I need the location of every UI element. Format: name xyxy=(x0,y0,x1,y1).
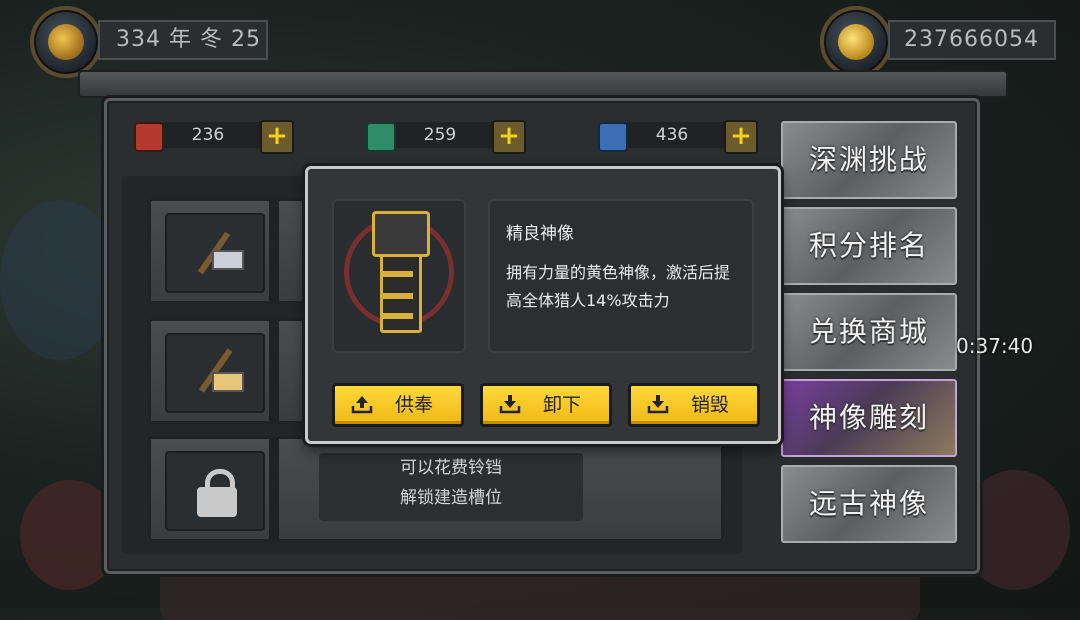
add-green-gem-button[interactable]: + xyxy=(492,120,526,154)
download-icon xyxy=(499,395,521,414)
unlock-hint: 可以花费铃铛 解锁建造槽位 xyxy=(319,453,583,521)
statue-detail-popup: 精良神像 拥有力量的黄色神像，激活后提高全体猎人14%攻击力 供奉 卸下 销毁 xyxy=(305,166,781,444)
unequip-button[interactable]: 卸下 xyxy=(480,383,612,427)
offer-button-label: 供奉 xyxy=(395,394,434,416)
blue-gem-icon xyxy=(598,122,628,152)
add-blue-gem-button[interactable]: + xyxy=(724,120,758,154)
destroy-button-label: 销毁 xyxy=(691,394,730,416)
statue-head-icon xyxy=(372,211,430,257)
statue-name: 精良神像 xyxy=(506,224,574,244)
tab-statue-carving[interactable]: 神像雕刻 xyxy=(778,376,960,460)
hammer-icon xyxy=(165,213,265,293)
green-gem-icon xyxy=(366,122,396,152)
statue-description: 拥有力量的黄色神像，激活后提高全体猎人14%攻击力 xyxy=(506,263,731,310)
unlock-hint-line-2: 解锁建造槽位 xyxy=(400,488,502,508)
slot-divider xyxy=(269,201,279,301)
destroy-button[interactable]: 销毁 xyxy=(628,383,760,427)
tab-abyss-challenge[interactable]: 深渊挑战 xyxy=(778,118,960,202)
window-top-rail xyxy=(78,70,1008,98)
resource-red: 236 + xyxy=(134,118,294,154)
unlock-hint-line-1: 可以花费铃铛 xyxy=(400,458,502,478)
coin-icon xyxy=(838,24,874,60)
statue-band xyxy=(383,271,413,277)
statue-band xyxy=(383,313,413,319)
countdown-timer: 0:37:40 xyxy=(956,334,1034,358)
season-badge-icon[interactable] xyxy=(30,6,102,78)
tab-ancient-statue[interactable]: 远古神像 xyxy=(778,462,960,546)
tab-score-ranking[interactable]: 积分排名 xyxy=(778,204,960,288)
statue-band xyxy=(383,293,413,299)
download-icon xyxy=(647,395,669,414)
offer-button[interactable]: 供奉 xyxy=(332,383,464,427)
unequip-button-label: 卸下 xyxy=(543,394,582,416)
tab-exchange-shop[interactable]: 兑换商城 xyxy=(778,290,960,374)
lock-body xyxy=(197,487,237,517)
red-gem-icon xyxy=(134,122,164,152)
statue-slot-locked[interactable]: 可以花费铃铛 解锁建造槽位 xyxy=(148,436,724,542)
gold-display: 237666054 xyxy=(888,20,1056,60)
add-red-gem-button[interactable]: + xyxy=(260,120,294,154)
lock-icon xyxy=(165,451,265,531)
slot-divider xyxy=(269,321,279,421)
gold-coin-icon xyxy=(820,6,892,78)
moon-icon xyxy=(48,24,84,60)
statue-description-box: 精良神像 拥有力量的黄色神像，激活后提高全体猎人14%攻击力 xyxy=(488,199,754,353)
date-display: 334 年 冬 25 xyxy=(98,20,268,60)
slot-divider xyxy=(269,439,279,539)
background-tree xyxy=(0,200,120,360)
hammer-icon xyxy=(165,333,265,413)
resource-green: 259 + xyxy=(366,118,526,154)
statue-portrait xyxy=(332,199,466,353)
upload-icon xyxy=(351,396,373,414)
resource-blue: 436 + xyxy=(598,118,758,154)
